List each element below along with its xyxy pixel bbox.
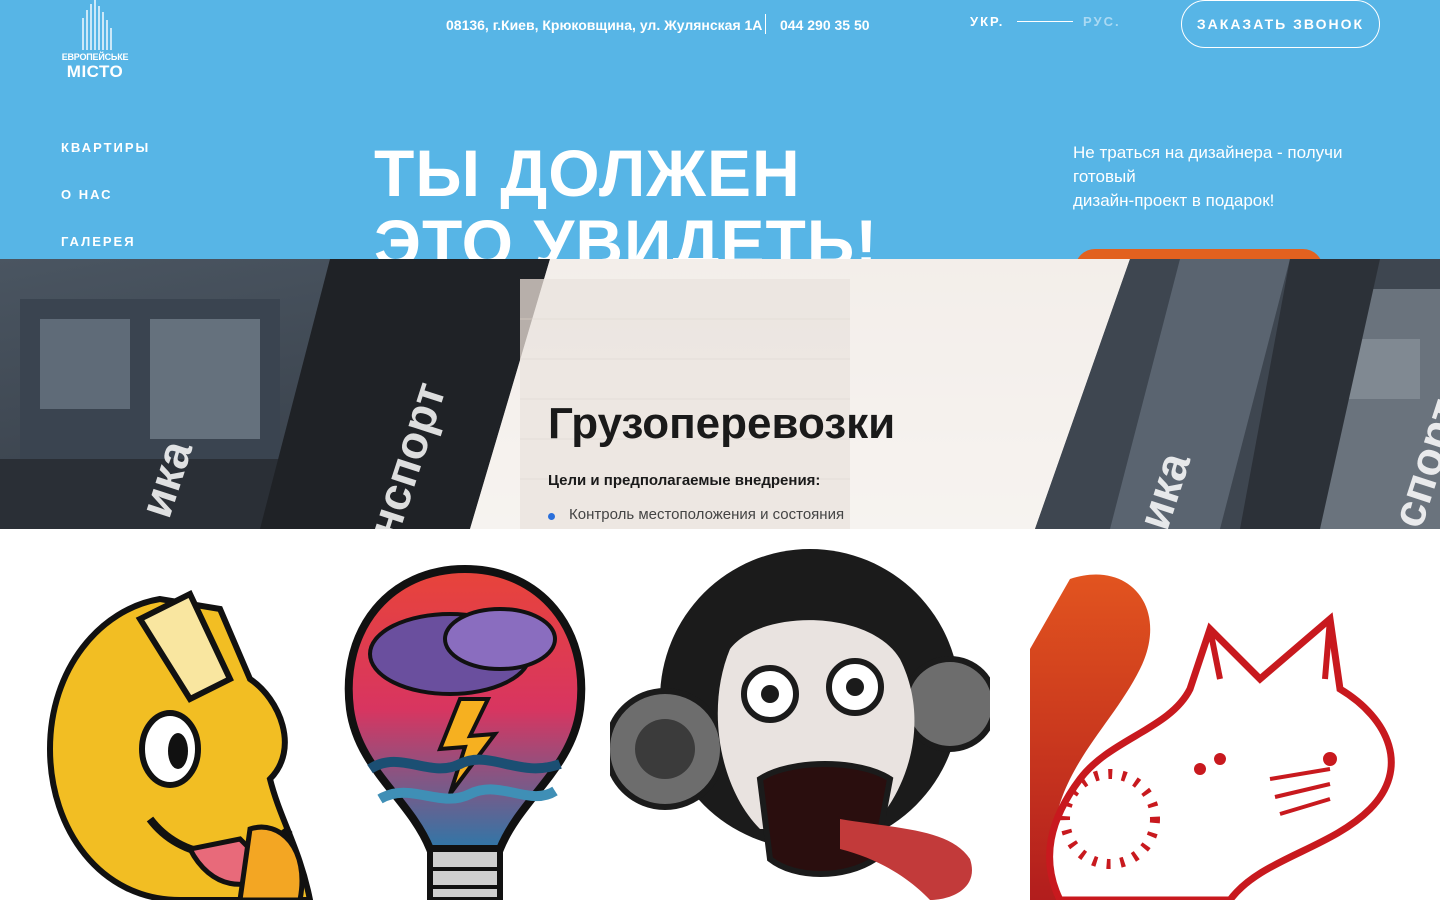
bullet-icon [548,513,555,520]
hero-headline-line2: ЭТО УВИДЕТЬ! [374,206,879,259]
logo[interactable]: ЕВРОПЕЙСЬКЕ МІСТО [60,0,130,81]
logo-text-bottom: МІСТО [66,62,124,81]
promo-line3: дизайн-проект в подарок! [1073,191,1275,210]
red-fox-cat-sticker[interactable] [1030,529,1410,900]
lightbulb-storm-sticker[interactable] [330,529,600,900]
promo-line1: Не траться на дизайнера - получи [1073,143,1343,162]
address-text: 08136, г.Киев, Крюковщина, ул. Жулянская… [446,17,763,33]
lang-rus-link[interactable]: РУС. [1083,14,1121,29]
nav-item-gallery[interactable]: ГАЛЕРЕЯ [61,234,150,259]
logo-text-top: ЕВРОПЕЙСЬКЕ [61,52,129,62]
banner-subtitle: Цели и предполагаемые внедрения: [548,472,821,489]
promo-line2: готовый [1073,167,1136,186]
building-logo-icon [82,0,112,50]
lang-ukr-link[interactable]: УКР. [970,14,1004,29]
stickers-section [0,529,1440,900]
banner-list-item: Контроль местоположения и состояния [569,506,845,523]
main-nav: КВАРТИРЫ О НАС ГАЛЕРЕЯ [61,140,150,259]
hero-headline-line1: ТЫ ДОЛЖЕН [374,136,801,210]
banner-title: Грузоперевозки [548,399,896,448]
promo-text: Не траться на дизайнера - получи готовый… [1073,141,1373,213]
monkey-sticker[interactable] [610,529,990,900]
hero-headline: ТЫ ДОЛЖЕН ЭТО УВИДЕТЬ! [374,138,878,259]
lang-separator [1017,21,1073,22]
yellow-character-sticker[interactable] [40,529,330,900]
phone-link[interactable]: 044 290 35 50 [780,17,870,33]
cargo-banner: ика нспорт ика спорт Грузоперевозки Цели… [0,259,1440,529]
header-divider [765,14,766,34]
nav-item-about[interactable]: О НАС [61,187,150,234]
hero-section: ЕВРОПЕЙСЬКЕ МІСТО 08136, г.Киев, Крюковщ… [0,0,1440,259]
promo-button[interactable] [1075,249,1323,259]
order-call-button[interactable]: ЗАКАЗАТЬ ЗВОНОК [1181,0,1380,48]
nav-item-apartments[interactable]: КВАРТИРЫ [61,140,150,187]
